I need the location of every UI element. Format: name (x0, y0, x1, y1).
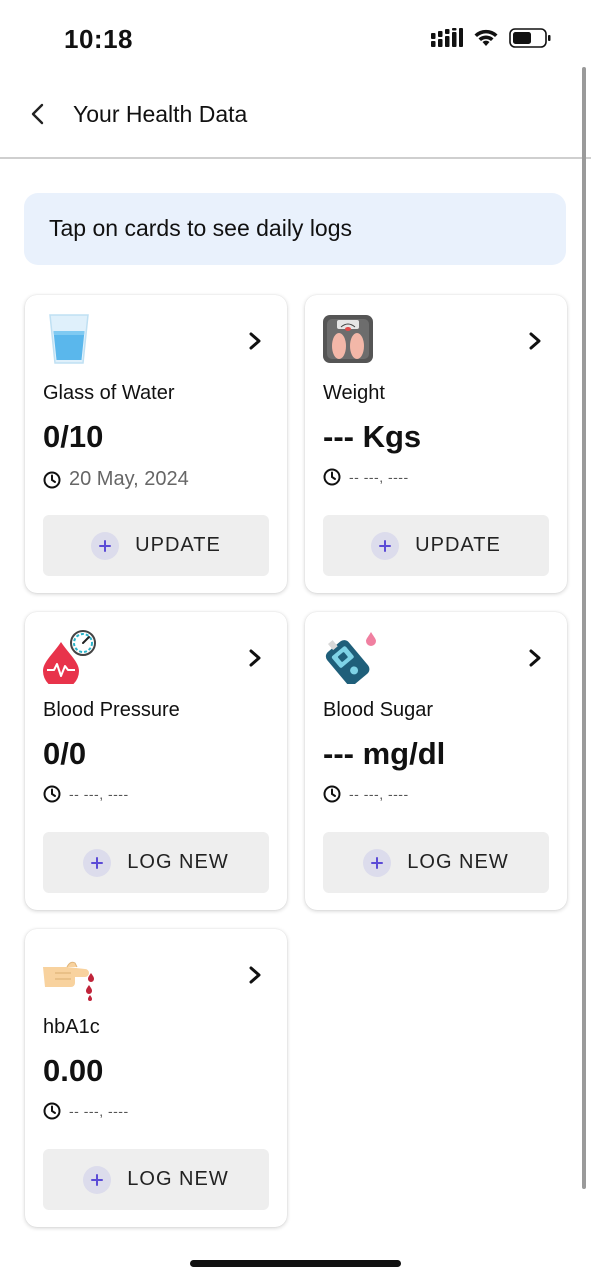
button-label: UPDATE (415, 534, 501, 556)
water-glass-icon (49, 314, 89, 364)
card-value: 0.00 (43, 1053, 104, 1088)
clock-icon (43, 471, 61, 488)
card-date: -- ---, ---- (323, 468, 409, 486)
card-date: -- ---, ---- (43, 785, 129, 803)
clock-icon (323, 785, 341, 803)
card-date-text: 20 May, 2024 (69, 468, 189, 490)
home-indicator[interactable] (190, 1260, 401, 1267)
scrollbar[interactable] (582, 67, 586, 1189)
plus-icon (371, 531, 400, 560)
blood-pressure-icon (43, 630, 96, 684)
button-label: LOG NEW (127, 851, 229, 873)
card-glass-of-water[interactable]: Glass of Water 0/10 20 May, 2024 UPDATE (25, 295, 287, 593)
card-date: -- ---, ---- (323, 785, 409, 803)
wifi-icon (474, 29, 498, 46)
card-date-text: -- ---, ---- (349, 786, 409, 802)
info-banner: Tap on cards to see daily logs (24, 193, 566, 265)
chevron-left-icon (31, 103, 44, 125)
chevron-right-icon[interactable] (247, 965, 263, 985)
card-blood-sugar[interactable]: Blood Sugar --- mg/dl -- ---, ---- LOG N… (305, 612, 567, 910)
battery-icon (509, 28, 551, 48)
clock-icon (323, 468, 341, 486)
button-label: LOG NEW (127, 1168, 229, 1190)
card-label: Glass of Water (43, 382, 175, 404)
card-date-text: -- ---, ---- (69, 1103, 129, 1119)
chevron-right-icon[interactable] (527, 331, 543, 351)
chevron-right-icon[interactable] (527, 648, 543, 668)
card-value: 0/10 (43, 419, 104, 454)
update-button[interactable]: UPDATE (43, 515, 269, 576)
clock-icon (43, 1102, 61, 1120)
log-new-button[interactable]: LOG NEW (323, 832, 549, 893)
clock-icon (43, 785, 61, 803)
card-label: Blood Pressure (43, 699, 180, 721)
plus-icon (91, 531, 120, 560)
plus-icon (363, 848, 392, 877)
card-value: 0/0 (43, 736, 87, 771)
page-title: Your Health Data (73, 101, 248, 127)
status-time: 10:18 (64, 24, 133, 54)
update-button[interactable]: UPDATE (323, 515, 549, 576)
card-label: Blood Sugar (323, 699, 434, 721)
card-hba1c[interactable]: hbA1c 0.00 -- ---, ---- LOG NEW (25, 929, 287, 1227)
card-date-text: -- ---, ---- (349, 469, 409, 485)
card-value: --- Kgs (323, 419, 422, 454)
chevron-right-icon[interactable] (247, 331, 263, 351)
plus-icon (83, 1165, 112, 1194)
card-value: --- mg/dl (323, 736, 446, 771)
card-date-text: -- ---, ---- (69, 786, 129, 802)
card-date: -- ---, ---- (43, 1102, 129, 1120)
log-new-button[interactable]: LOG NEW (43, 1149, 269, 1210)
button-label: UPDATE (135, 534, 221, 556)
status-icons (431, 27, 551, 49)
plus-icon (83, 848, 112, 877)
card-blood-pressure[interactable]: Blood Pressure 0/0 -- ---, ---- LOG NEW (25, 612, 287, 910)
card-weight[interactable]: Weight --- Kgs -- ---, ---- UPDATE (305, 295, 567, 593)
finger-blood-drop-icon (43, 961, 94, 1001)
cellular-signal-icon (431, 28, 463, 47)
glucometer-icon (325, 632, 376, 684)
back-button[interactable] (22, 98, 54, 130)
log-new-button[interactable]: LOG NEW (43, 832, 269, 893)
button-label: LOG NEW (407, 851, 509, 873)
weighing-scale-icon (323, 315, 373, 363)
card-label: hbA1c (43, 1016, 100, 1038)
card-label: Weight (323, 382, 385, 404)
app-bar: Your Health Data (0, 70, 591, 159)
card-date: 20 May, 2024 (43, 468, 189, 491)
info-banner-text: Tap on cards to see daily logs (49, 215, 353, 241)
status-bar: 10:18 (0, 0, 591, 70)
chevron-right-icon[interactable] (247, 648, 263, 668)
